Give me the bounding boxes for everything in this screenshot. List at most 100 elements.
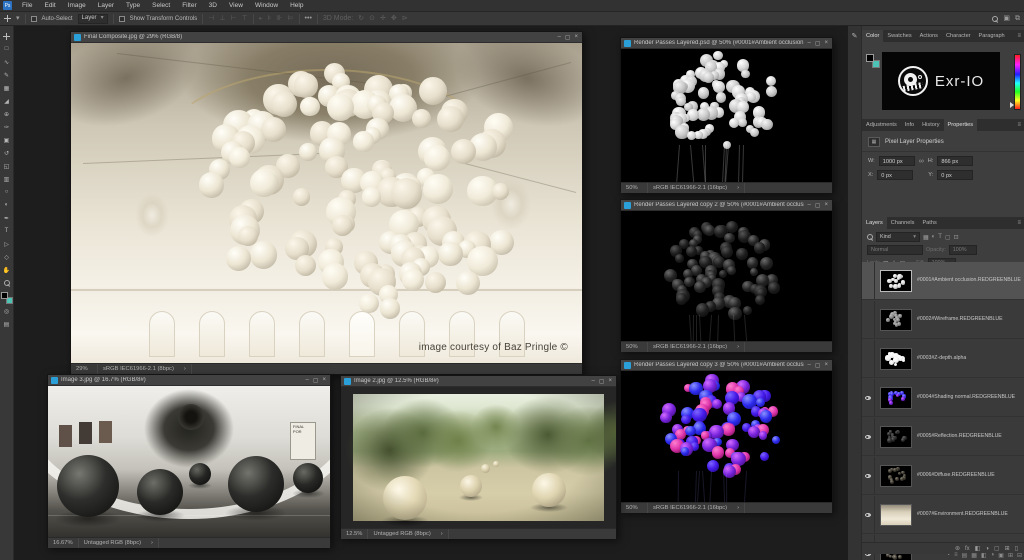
auto-select-target-dropdown[interactable]: Layer ▾ <box>78 14 108 24</box>
layer-row[interactable]: #0004#Shading normal.REDGREENBLUE <box>862 379 1024 417</box>
render-passes-1-canvas[interactable] <box>621 49 832 182</box>
zoom-level-field[interactable]: 16.67% <box>48 540 78 546</box>
minimize-button[interactable]: – <box>557 34 560 41</box>
footer-icon[interactable]: ▦ <box>971 552 977 559</box>
eraser-tool[interactable]: ◱ <box>1 160 13 172</box>
show-transform-checkbox[interactable] <box>119 16 125 22</box>
image-3-canvas[interactable]: FINALPOR <box>48 386 330 537</box>
tab-channels[interactable]: Channels <box>887 217 919 229</box>
image-3-titlebar[interactable]: Image 3.jpg @ 16.7% (RGB/8#) – ▢ × <box>48 375 330 386</box>
layer-thumbnail[interactable] <box>880 504 912 526</box>
eyedropper-tool[interactable]: ◢ <box>1 95 13 107</box>
menu-window[interactable]: Window <box>250 0 283 12</box>
x-field[interactable]: 0 px <box>877 170 913 180</box>
layer-thumbnail[interactable] <box>880 387 912 409</box>
new-layer-icon[interactable]: ⊞ <box>1005 545 1010 552</box>
layer-row[interactable]: #0002#Wireframe.REDGREENBLUE <box>862 301 1024 339</box>
filter-smartobject-icon[interactable]: ⊡ <box>954 234 959 241</box>
filter-pixel-icon[interactable]: ▦ <box>923 234 929 241</box>
foreground-background-swatches[interactable] <box>1 292 13 304</box>
render-passes-3-canvas[interactable] <box>621 371 832 502</box>
maximize-button[interactable]: ▢ <box>815 362 821 369</box>
ramp-slider-knob[interactable] <box>1010 102 1014 108</box>
3d-zoom-icon[interactable]: ⊳ <box>402 14 408 24</box>
gradient-tool[interactable]: ▥ <box>1 173 13 185</box>
layer-visibility-toggle[interactable] <box>862 418 875 455</box>
document-profile-box[interactable]: Untagged RGB (8bpc) › <box>367 529 448 539</box>
layer-thumbnail[interactable] <box>880 348 912 370</box>
hand-tool[interactable]: ✋ <box>1 264 13 276</box>
options-more-icon[interactable]: ••• <box>305 14 312 24</box>
eyedropper-panel-icon[interactable]: ✎ <box>852 32 858 560</box>
maximize-button[interactable]: ▢ <box>815 202 821 209</box>
layer-visibility-toggle[interactable] <box>862 262 875 299</box>
maximize-button[interactable]: ▢ <box>565 34 571 41</box>
opacity-field[interactable]: 100% <box>949 245 977 255</box>
minimize-button[interactable]: – <box>591 378 594 385</box>
footer-icon[interactable]: ≡ <box>954 552 958 559</box>
history-brush-tool[interactable]: ↺ <box>1 147 13 159</box>
shape-tool[interactable]: ◇ <box>1 251 13 263</box>
menu-layer[interactable]: Layer <box>93 0 119 12</box>
zoom-level-field[interactable]: 50% <box>621 344 647 350</box>
menu-edit[interactable]: Edit <box>39 0 60 12</box>
color-spectrum-ramp[interactable] <box>1014 54 1021 110</box>
layer-thumbnail[interactable] <box>880 465 912 487</box>
zoom-tool[interactable] <box>1 277 13 289</box>
foreground-color-swatch[interactable] <box>866 54 874 62</box>
close-button[interactable]: × <box>824 362 828 369</box>
menu-image[interactable]: Image <box>63 0 91 12</box>
render-passes-1-titlebar[interactable]: Render Passes Layered.psd @ 50% (#0001#A… <box>621 38 832 49</box>
brush-tool[interactable]: ✑ <box>1 121 13 133</box>
link-layers-icon[interactable]: ⊛ <box>955 545 960 552</box>
footer-icon[interactable]: ▣ <box>998 552 1004 559</box>
filter-type-icon[interactable]: T <box>938 234 942 240</box>
dodge-tool[interactable]: ◐ <box>1 199 13 211</box>
layer-row[interactable]: #0001#Ambient occlusion.REDGREENBLUE <box>862 262 1024 300</box>
filter-adjustment-icon[interactable]: ◐ <box>932 234 936 240</box>
footer-icon[interactable]: ◧ <box>981 552 987 559</box>
path-selection-tool[interactable]: ▷ <box>1 238 13 250</box>
width-field[interactable]: 1000 px <box>879 156 915 166</box>
menu-3d[interactable]: 3D <box>204 0 222 12</box>
zoom-level-field[interactable]: 12.5% <box>341 531 367 537</box>
maximize-button[interactable]: ▢ <box>313 377 319 384</box>
render-passes-2-titlebar[interactable]: Render Passes Layered copy 2 @ 50% (#000… <box>621 200 832 211</box>
align-h-centers-icon[interactable]: ⊥ <box>219 14 225 24</box>
layer-row[interactable]: #0006#Diffuse.REDGREENBLUE <box>862 457 1024 495</box>
final-composite-canvas[interactable]: image courtesy of Baz Pringle © <box>71 43 582 363</box>
render-passes-2-canvas[interactable] <box>621 211 832 341</box>
blend-mode-dropdown[interactable]: Normal <box>867 245 923 255</box>
tab-info[interactable]: Info <box>901 119 918 131</box>
3d-orbit-icon[interactable]: ↻ <box>358 14 364 24</box>
filter-shape-icon[interactable]: ▢ <box>945 234 951 241</box>
layer-filter-dropdown[interactable]: Kind ▾ <box>876 232 920 242</box>
layer-row[interactable]: #0003#Z-depth.alpha <box>862 340 1024 378</box>
menu-view[interactable]: View <box>224 0 248 12</box>
panel-menu-icon[interactable]: ≡ <box>1017 217 1024 229</box>
align-right-edges-icon[interactable]: ⊢ <box>231 14 237 24</box>
layer-visibility-toggle[interactable] <box>862 379 875 416</box>
foreground-color-swatch[interactable] <box>1 292 8 299</box>
tool-preset-chevron-icon[interactable]: ▾ <box>16 14 20 24</box>
panel-menu-icon[interactable]: ≡ <box>1017 30 1024 42</box>
maximize-button[interactable]: ▢ <box>599 378 605 385</box>
tab-swatches[interactable]: Swatches <box>883 30 915 42</box>
align-left-edges-icon[interactable]: ⊣ <box>208 14 214 24</box>
render-passes-3-titlebar[interactable]: Render Passes Layered copy 3 @ 50% (#000… <box>621 360 832 371</box>
layer-row[interactable]: #0005#Reflection.REDGREENBLUE <box>862 418 1024 456</box>
tab-character[interactable]: Character <box>942 30 975 42</box>
3d-slide-icon[interactable]: ✥ <box>391 14 397 24</box>
close-button[interactable]: × <box>608 378 612 385</box>
minimize-button[interactable]: – <box>807 202 810 209</box>
healing-brush-tool[interactable]: ⊕ <box>1 108 13 120</box>
distribute-v-icon[interactable]: ⫦ <box>259 14 263 24</box>
tab-color[interactable]: Color <box>862 30 883 42</box>
screen-mode-toggle[interactable]: ▤ <box>1 318 13 330</box>
tab-adjustments[interactable]: Adjustments <box>862 119 901 131</box>
zoom-level-field[interactable]: 50% <box>621 185 647 191</box>
tab-actions[interactable]: Actions <box>916 30 942 42</box>
minimize-button[interactable]: – <box>305 377 308 384</box>
type-tool[interactable]: T <box>1 225 13 237</box>
layer-visibility-toggle[interactable] <box>862 340 875 377</box>
